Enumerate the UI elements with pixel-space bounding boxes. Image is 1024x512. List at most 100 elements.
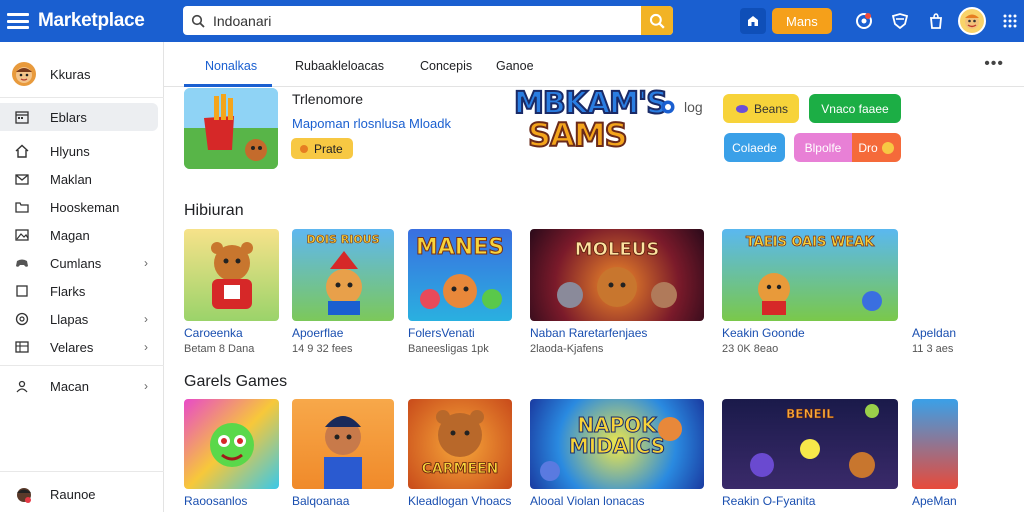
game-thumbnail: DOIS RIOUS — [292, 229, 394, 321]
pill-vnaco[interactable]: Vnaco faaee — [809, 94, 901, 123]
sidebar-item-cumlans[interactable]: Cumlans › — [0, 249, 164, 277]
featured-title[interactable]: Trlenomore — [292, 91, 363, 107]
game-thumbnail: TAEIS OAIS WEAK — [722, 229, 898, 321]
sidebar-item-eblars[interactable]: Eblars — [0, 103, 158, 131]
sidebar-user-label: Kkuras — [50, 66, 91, 82]
game-title: Balqoanaa — [292, 494, 350, 508]
rating: log — [660, 99, 703, 115]
more-options-icon[interactable]: ••• — [984, 55, 1004, 73]
featured-badge[interactable]: Prate — [291, 138, 353, 159]
tab-nonalkas[interactable]: Nonalkas — [205, 59, 257, 73]
notification-icon[interactable] — [850, 7, 878, 35]
game-thumbnail — [912, 229, 958, 321]
apps-grid-icon[interactable] — [996, 7, 1024, 35]
game-thumbnail — [184, 399, 279, 489]
game-thumbnail: NAPOK MIDAICS — [530, 399, 704, 489]
game-thumbnail: CARMEEN — [408, 399, 512, 489]
game-card[interactable]: ApeMan — [912, 399, 982, 508]
sidebar-bottom-label: Raunoe — [50, 486, 96, 502]
pill-dro[interactable]: Dro — [852, 133, 901, 162]
user-avatar[interactable] — [957, 7, 986, 35]
active-tab-indicator — [184, 84, 272, 87]
game-card[interactable]: CARMEEN Kleadlogan Vhoacs — [408, 399, 512, 508]
top-bar: Marketplace Mans — [0, 0, 1024, 42]
pill-label: Beans — [753, 101, 789, 116]
image-icon — [14, 227, 30, 243]
store-button[interactable] — [740, 8, 766, 34]
tab-concepis[interactable]: Concepis — [420, 59, 472, 73]
game-card[interactable]: Caroeenka Betam 8 Dana — [184, 229, 280, 355]
game-meta: 14 9 32 fees — [292, 343, 353, 355]
game-title: Naban Raretarfenjaes — [530, 326, 648, 340]
sidebar-item-flarks[interactable]: Flarks — [0, 277, 164, 305]
game-card[interactable]: TAEIS OAIS WEAK Keakin Goonde 23 0K 8eao — [722, 229, 898, 355]
face-icon — [881, 141, 894, 154]
sidebar: Kkuras Eblars Hlyuns Maklan Hooskeman Ma… — [0, 42, 164, 512]
circle-icon — [14, 311, 30, 327]
game-card[interactable]: DOIS RIOUS Apoerflae 14 9 32 fees — [292, 229, 394, 355]
game-card[interactable]: Raoosanlos — [184, 399, 280, 508]
sidebar-item-label: Hlyuns — [50, 143, 90, 159]
game-card[interactable]: Balqoanaa — [292, 399, 394, 508]
divider — [0, 471, 164, 472]
divider — [0, 97, 164, 98]
sidebar-item-llapas[interactable]: Llapas › — [0, 305, 164, 333]
home-icon — [14, 143, 30, 159]
chevron-right-icon: › — [144, 379, 148, 393]
game-card[interactable]: BENEIL Reakin O-Fyanita — [722, 399, 898, 508]
game-meta: 23 0K 8eao — [722, 343, 779, 355]
brand-title[interactable]: Marketplace — [38, 10, 145, 32]
grid-icon — [14, 339, 30, 355]
pill-label: Dro — [858, 140, 878, 155]
calendar-icon — [14, 109, 30, 125]
game-title: Keakin Goonde — [722, 326, 805, 340]
tab-rubaakleloacas[interactable]: Rubaakleloacas — [295, 59, 384, 73]
tab-ganoe[interactable]: Ganoe — [496, 59, 534, 73]
game-title: FolersVenati — [408, 326, 475, 340]
pill-blpolfe[interactable]: Blpolfe — [794, 133, 852, 162]
sidebar-user[interactable]: Kkuras — [12, 62, 90, 86]
bag-icon[interactable] — [922, 7, 950, 35]
top-actions: Mans — [740, 7, 1024, 35]
tag-icon — [300, 144, 308, 153]
sidebar-item-maklan[interactable]: Maklan — [0, 165, 164, 193]
shield-icon[interactable] — [886, 7, 914, 35]
search-button[interactable] — [641, 6, 673, 35]
sidebar-item-label: Flarks — [50, 283, 86, 299]
game-thumbnail: MOLEUS — [530, 229, 704, 321]
divider — [0, 365, 164, 366]
menu-icon[interactable] — [7, 13, 29, 29]
person-icon — [14, 378, 30, 394]
sidebar-item-label: Velares — [50, 339, 94, 355]
game-title: Raoosanlos — [184, 494, 248, 508]
sidebar-item-velares[interactable]: Velares › — [0, 333, 164, 361]
pill-beans[interactable]: Beans — [723, 94, 799, 123]
featured-thumbnail[interactable] — [184, 88, 278, 169]
game-card[interactable]: MANES FolersVenati Baneesligas 1pk — [408, 229, 512, 355]
sidebar-item-hooskeman[interactable]: Hooskeman — [0, 193, 164, 221]
game-meta: 2laoda-Kjafens — [530, 343, 604, 355]
game-card[interactable]: Apeldan 11 3 aes — [912, 229, 982, 355]
game-thumbnail — [292, 399, 394, 489]
section-title-garels-games: Garels Games — [184, 373, 288, 390]
chevron-right-icon: › — [144, 256, 148, 270]
avatar — [12, 62, 36, 86]
game-thumbnail: MANES — [408, 229, 512, 321]
game-card[interactable]: NAPOK MIDAICS Alooal Violan lonacas — [530, 399, 704, 508]
avatar — [12, 482, 36, 506]
game-logo-line2: SAMS — [527, 115, 629, 155]
sidebar-bottom-user[interactable]: Raunoe — [12, 482, 96, 506]
game-title: Apoerflae — [292, 326, 344, 340]
sidebar-item-hlyuns[interactable]: Hlyuns — [0, 137, 164, 165]
game-card[interactable]: MOLEUS Naban Raretarfenjaes 2laoda-Kjafe… — [530, 229, 704, 355]
promo-button[interactable]: Mans — [772, 8, 832, 34]
pill-colaede[interactable]: Colaede — [724, 133, 785, 162]
sidebar-item-macan[interactable]: Macan › — [0, 372, 164, 400]
sidebar-item-label: Magan — [50, 227, 90, 243]
rating-value: log — [684, 99, 703, 115]
featured-subtitle[interactable]: Mapoman rlosnlusa Mloadk — [292, 116, 451, 131]
sidebar-item-magan[interactable]: Magan — [0, 221, 164, 249]
game-logo[interactable]: MBKAM'S SAMS — [508, 84, 669, 160]
search-input[interactable] — [213, 12, 641, 29]
sidebar-item-label: Macan — [50, 378, 90, 394]
